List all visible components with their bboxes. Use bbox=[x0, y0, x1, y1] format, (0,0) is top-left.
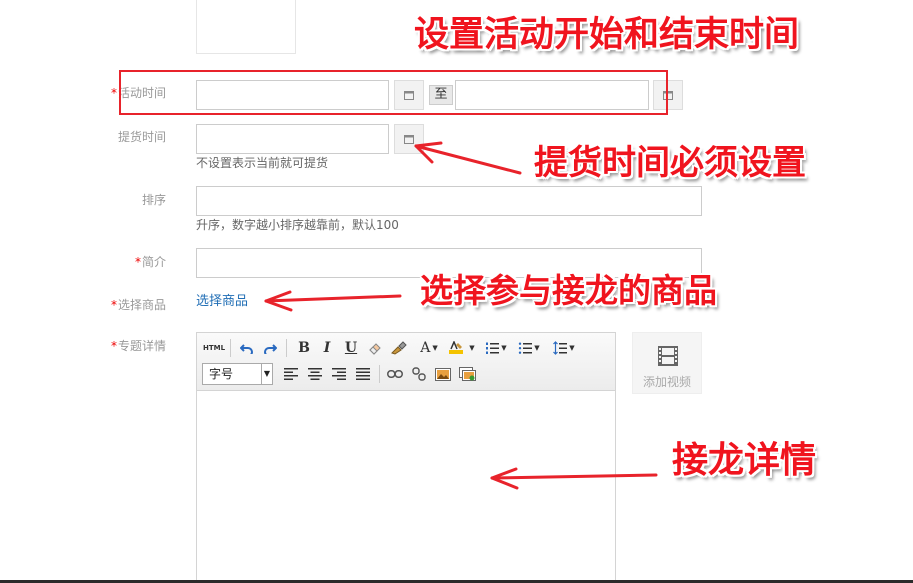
annotation-select-goods: 选择参与接龙的商品 bbox=[420, 271, 717, 310]
goods-arrow bbox=[264, 294, 402, 303]
annotation-set-time: 设置活动开始和结束时间 bbox=[414, 15, 800, 55]
annotation-pickup-required: 提货时间必须设置 bbox=[534, 143, 806, 183]
annotation-detail: 接龙详情 bbox=[672, 440, 817, 481]
detail-arrow bbox=[490, 473, 658, 480]
